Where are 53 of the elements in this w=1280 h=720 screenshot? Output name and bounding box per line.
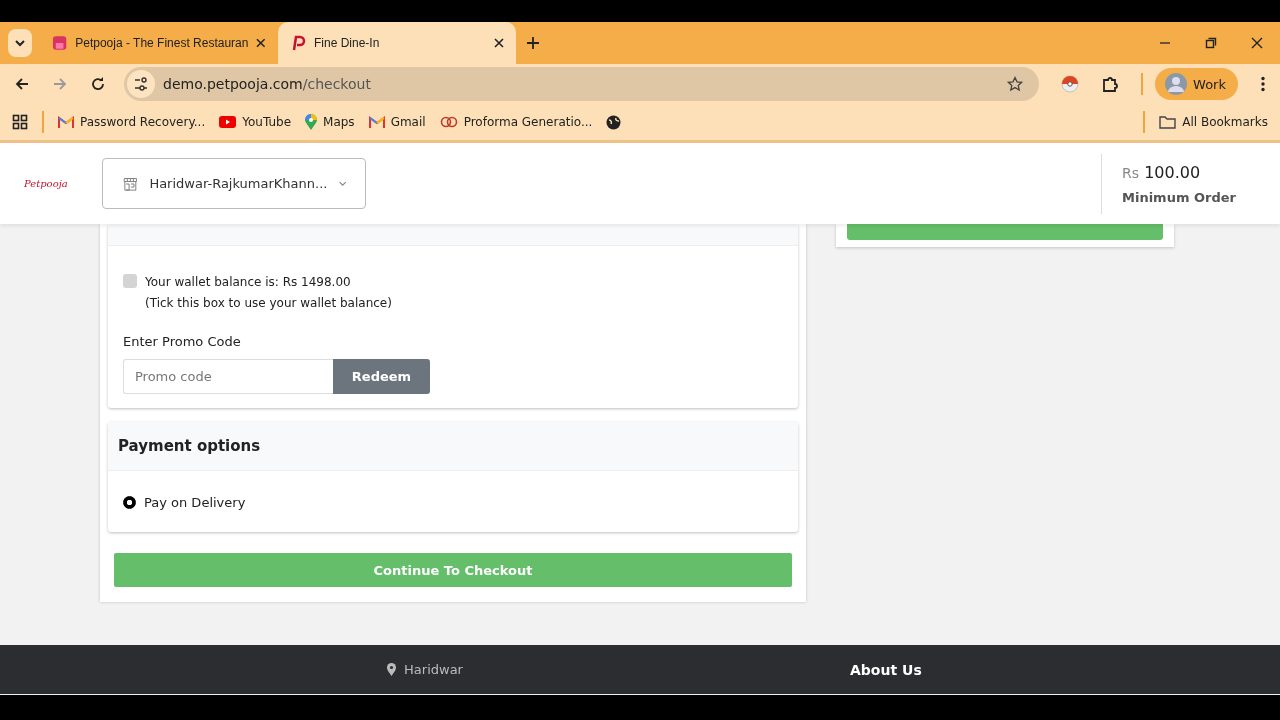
bookmark[interactable]: YouTube <box>219 115 292 129</box>
avatar-icon <box>1165 73 1188 95</box>
close-icon[interactable] <box>256 38 266 48</box>
logo[interactable]: Petpooja <box>24 178 68 189</box>
outlet-dropdown[interactable]: Haridwar-RajkumarKhann... <box>101 158 366 209</box>
restore-icon[interactable] <box>1205 37 1217 49</box>
new-tab-icon[interactable] <box>526 36 540 50</box>
mail-icon <box>58 116 74 128</box>
site-settings-icon[interactable] <box>127 70 155 98</box>
payment-header: Payment options <box>108 422 798 471</box>
browser-tab[interactable]: Fine Dine-In <box>278 22 516 64</box>
about-us-link[interactable]: About Us <box>850 661 922 678</box>
currency-label: Rs <box>1122 164 1140 181</box>
bookmark[interactable]: Password Recovery... <box>58 115 206 129</box>
play-icon <box>219 116 237 128</box>
ball-icon[interactable] <box>1061 75 1080 93</box>
payment-option[interactable]: Pay on Delivery <box>123 495 783 510</box>
close-icon[interactable] <box>494 38 504 48</box>
wallet-checkbox[interactable] <box>123 274 137 288</box>
promo-code-input[interactable]: Promo code <box>123 359 333 394</box>
profile-button[interactable]: Work <box>1155 68 1238 100</box>
folder-icon <box>1159 115 1177 129</box>
menu-icon[interactable] <box>1260 76 1266 92</box>
chevron-down-icon <box>339 179 347 188</box>
map-pin-icon <box>387 663 397 676</box>
mail-icon <box>368 116 385 128</box>
close-icon[interactable] <box>1251 37 1263 49</box>
back-icon[interactable] <box>14 76 30 92</box>
link-icon <box>439 116 458 128</box>
apps-icon[interactable] <box>12 114 28 130</box>
extensions-icon[interactable] <box>1101 75 1120 93</box>
promo-label: Enter Promo Code <box>123 334 242 349</box>
p-logo-icon <box>290 35 306 51</box>
wallet-hint-text: (Tick this box to use your wallet balance) <box>145 295 392 312</box>
chevron-down-icon <box>14 39 26 47</box>
minimum-amount: 100.00 <box>1144 162 1201 182</box>
all-bookmarks-button[interactable]: All Bookmarks <box>1159 115 1268 129</box>
reload-icon[interactable] <box>90 76 106 92</box>
minimum-order-label: Minimum Order <box>1122 189 1236 205</box>
bookmark-star-icon[interactable] <box>1007 76 1024 92</box>
map-pin-icon <box>305 114 318 130</box>
tab-search-button[interactable] <box>8 29 32 57</box>
wallet-balance-text: Your wallet balance is: Rs 1498.00 <box>145 274 352 291</box>
bookmark[interactable]: Gmail <box>368 115 426 129</box>
globe-icon <box>606 114 622 130</box>
bookmark[interactable]: Maps <box>305 114 355 130</box>
bookmark[interactable]: Proforma Generatio... <box>439 115 593 129</box>
redeem-button[interactable]: Redeem <box>333 359 430 394</box>
location-link[interactable]: Haridwar <box>0 662 850 677</box>
globe-bookmark[interactable] <box>606 114 622 130</box>
address-bar[interactable]: demo.petpooja.com/checkout <box>124 67 1040 101</box>
browser-tab[interactable]: Petpooja - The Finest Restauran <box>40 22 278 64</box>
radio-button[interactable] <box>123 496 136 509</box>
